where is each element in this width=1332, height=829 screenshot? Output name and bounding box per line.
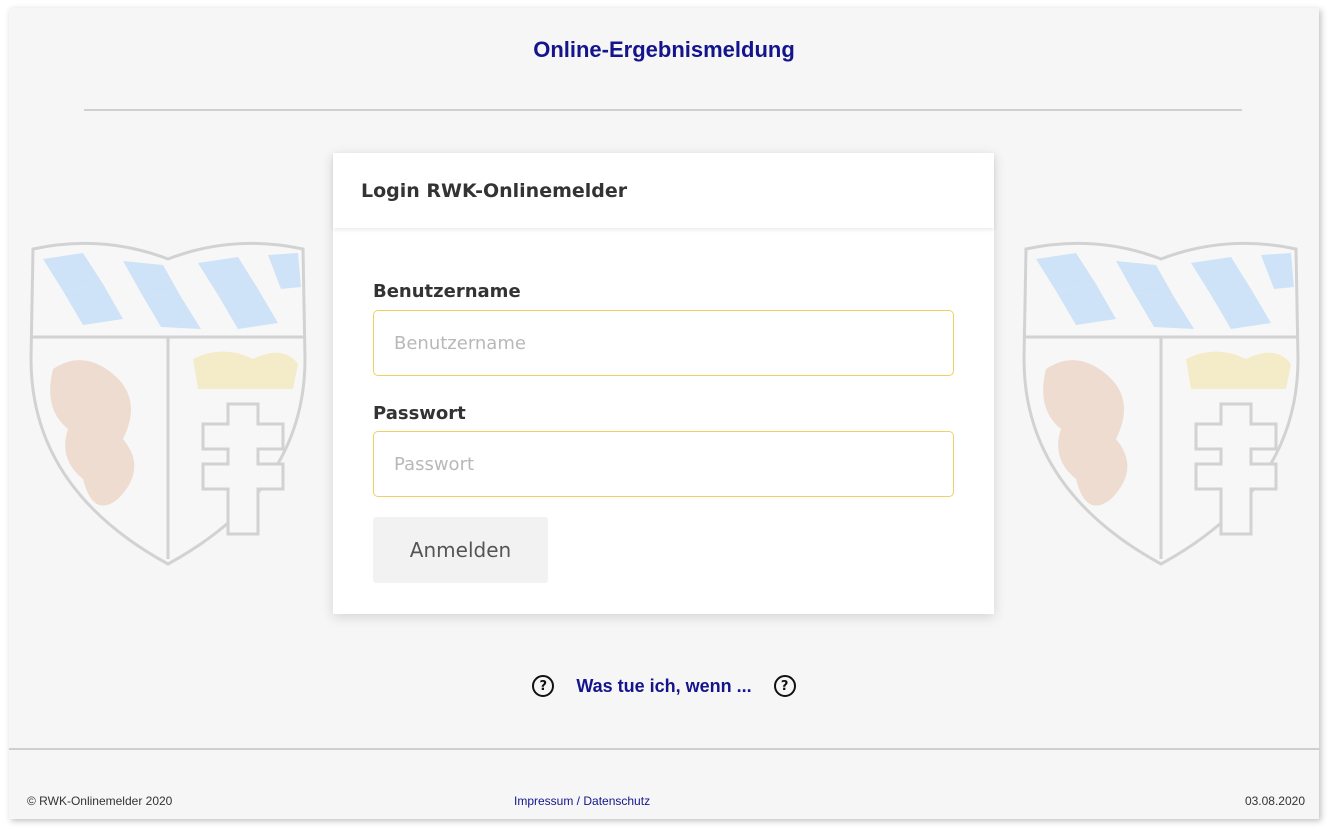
page-container: Online-Ergebnismeldung Login RWK-Onlinem… (9, 8, 1319, 819)
login-card-title: Login RWK-Onlinemelder (361, 179, 628, 202)
question-circle-icon: ? (773, 675, 796, 697)
password-label: Passwort (373, 403, 466, 424)
datenschutz-link[interactable]: Datenschutz (583, 794, 650, 808)
impressum-link[interactable]: Impressum (514, 794, 573, 808)
username-label: Benutzername (373, 281, 521, 302)
page-title: Online-Ergebnismeldung (533, 37, 795, 62)
footer-link-separator: / (573, 794, 584, 808)
login-button[interactable]: Anmelden (373, 517, 548, 583)
password-input[interactable] (373, 431, 954, 497)
header-divider (84, 109, 1242, 111)
help-section: ? Was tue ich, wenn ... ? (9, 675, 1319, 697)
footer-divider (9, 748, 1319, 750)
question-circle-icon: ? (532, 675, 555, 697)
login-card-header: Login RWK-Onlinemelder (333, 153, 994, 228)
login-card: Login RWK-Onlinemelder Benutzername Pass… (333, 153, 994, 614)
footer-links: Impressum / Datenschutz (514, 794, 650, 808)
username-input[interactable] (373, 310, 954, 376)
coat-of-arms-left-icon (29, 241, 307, 566)
coat-of-arms-right-icon (1022, 241, 1300, 566)
help-link[interactable]: Was tue ich, wenn ... (568, 676, 759, 697)
footer-date: 03.08.2020 (1244, 794, 1305, 808)
footer-copyright: © RWK-Onlinemelder 2020 (27, 794, 173, 808)
